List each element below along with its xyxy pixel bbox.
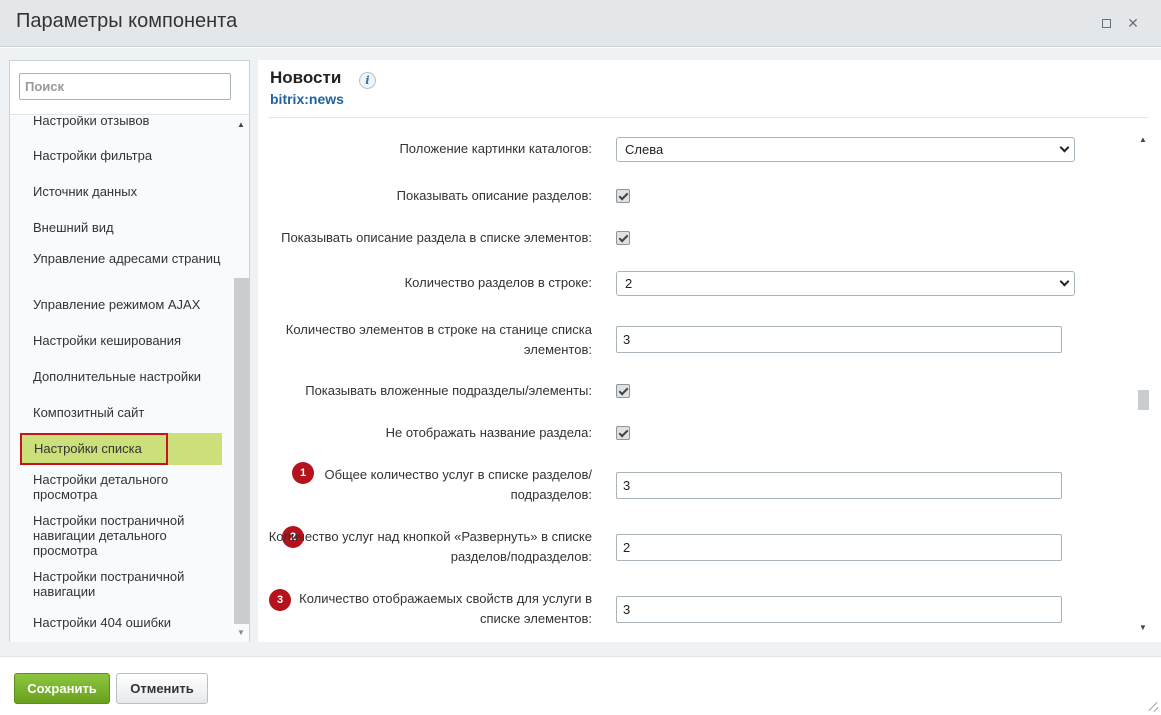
main-scrollbar[interactable]: ▲ ▼ xyxy=(1137,135,1151,637)
hide-section-name-checkbox[interactable] xyxy=(616,426,630,440)
sidebar-item-filter[interactable]: Настройки фильтра xyxy=(20,148,222,163)
scroll-up-icon[interactable]: ▲ xyxy=(1139,135,1147,144)
field-label-hide-section-name: Не отображать название раздела: xyxy=(385,425,592,440)
sidebar-item-data-source[interactable]: Источник данных xyxy=(20,184,222,199)
maximize-icon[interactable] xyxy=(1097,14,1115,32)
field-label-elements-per-row: Количество элементов в строке на станице… xyxy=(285,322,592,357)
info-icon[interactable]: i xyxy=(359,72,376,89)
chevron-down-icon xyxy=(1059,142,1070,153)
header-divider xyxy=(269,117,1148,118)
sidebar-item-composite[interactable]: Композитный сайт xyxy=(20,405,222,420)
main-scroll-thumb[interactable] xyxy=(1138,390,1149,410)
field-label-sections-per-row: Количество разделов в строке: xyxy=(404,275,592,290)
show-section-description-checkbox[interactable] xyxy=(616,189,630,203)
sidebar-scroll-thumb[interactable] xyxy=(234,278,249,624)
sidebar-item-detail-pagination[interactable]: Настройки постраничной навигации детальн… xyxy=(20,513,222,558)
field-label-show-nested: Показывать вложенные подразделы/элементы… xyxy=(305,383,592,398)
scroll-up-icon[interactable]: ▲ xyxy=(237,120,245,129)
sidebar-item-ajax[interactable]: Управление режимом AJAX xyxy=(20,297,222,312)
sidebar-item-reviews[interactable]: Настройки отзывов xyxy=(20,116,222,128)
field-label-displayed-properties: Количество отображаемых свойств для услу… xyxy=(299,591,592,626)
main-panel: Новости i bitrix:news Положение картинки… xyxy=(258,60,1161,642)
sidebar-item-404[interactable]: Настройки 404 ошибки xyxy=(20,615,222,630)
window-title: Параметры компонента xyxy=(16,10,238,32)
field-label-show-section-description: Показывать описание разделов: xyxy=(396,188,592,203)
sidebar-item-page-addresses[interactable]: Управление адресами страниц xyxy=(20,251,222,266)
component-code: bitrix:news xyxy=(270,91,344,107)
search-input[interactable] xyxy=(19,73,231,100)
scroll-down-icon[interactable]: ▼ xyxy=(237,628,245,637)
sidebar-item-pagination[interactable]: Настройки постраничной навигации xyxy=(20,569,222,599)
sections-per-row-select[interactable]: 2 xyxy=(616,271,1075,296)
services-above-expand-input[interactable]: 2 xyxy=(616,534,1062,561)
component-title: Новости xyxy=(270,68,342,87)
show-nested-checkbox[interactable] xyxy=(616,384,630,398)
elements-per-row-input[interactable]: 3 xyxy=(616,326,1062,353)
dialog-footer: Сохранить Отменить xyxy=(0,656,1161,715)
resize-grip-icon[interactable] xyxy=(1148,701,1159,712)
sidebar-item-detail-view[interactable]: Настройки детального просмотра xyxy=(20,472,222,502)
sidebar-scrollbar[interactable]: ▲ ▼ xyxy=(234,116,249,642)
total-services-input[interactable]: 3 xyxy=(616,472,1062,499)
select-value: 2 xyxy=(625,276,633,291)
field-label-catalog-image-position: Положение картинки каталогов: xyxy=(399,141,592,156)
close-icon[interactable]: ✕ xyxy=(1124,14,1142,32)
chevron-down-icon xyxy=(1059,276,1070,287)
field-label-show-section-description-in-list: Показывать описание раздела в списке эле… xyxy=(281,230,592,245)
sidebar-item-appearance[interactable]: Внешний вид xyxy=(20,220,222,235)
sidebar-item-caching[interactable]: Настройки кеширования xyxy=(20,333,222,348)
cancel-button[interactable]: Отменить xyxy=(116,673,208,704)
sidebar: Настройки отзывов Настройки фильтра Исто… xyxy=(9,60,250,642)
save-button[interactable]: Сохранить xyxy=(14,673,110,704)
displayed-properties-input[interactable]: 3 xyxy=(616,596,1062,623)
sidebar-nav-list: Настройки отзывов Настройки фильтра Исто… xyxy=(10,116,234,642)
window-titlebar: Параметры компонента ✕ xyxy=(0,0,1161,47)
search-area xyxy=(10,61,249,115)
active-item-highlight xyxy=(166,433,222,465)
sidebar-item-additional[interactable]: Дополнительные настройки xyxy=(20,369,222,384)
select-value: Слева xyxy=(625,142,664,157)
scroll-down-icon[interactable]: ▼ xyxy=(1139,623,1147,632)
show-section-description-in-list-checkbox[interactable] xyxy=(616,231,630,245)
catalog-image-position-select[interactable]: Слева xyxy=(616,137,1075,162)
field-label-total-services: Общее количество услуг в списке разделов… xyxy=(324,467,592,502)
field-label-services-above-expand: Количество услуг над кнопкой «Развернуть… xyxy=(268,529,592,564)
sidebar-item-list-settings[interactable]: Настройки списка xyxy=(20,433,168,465)
